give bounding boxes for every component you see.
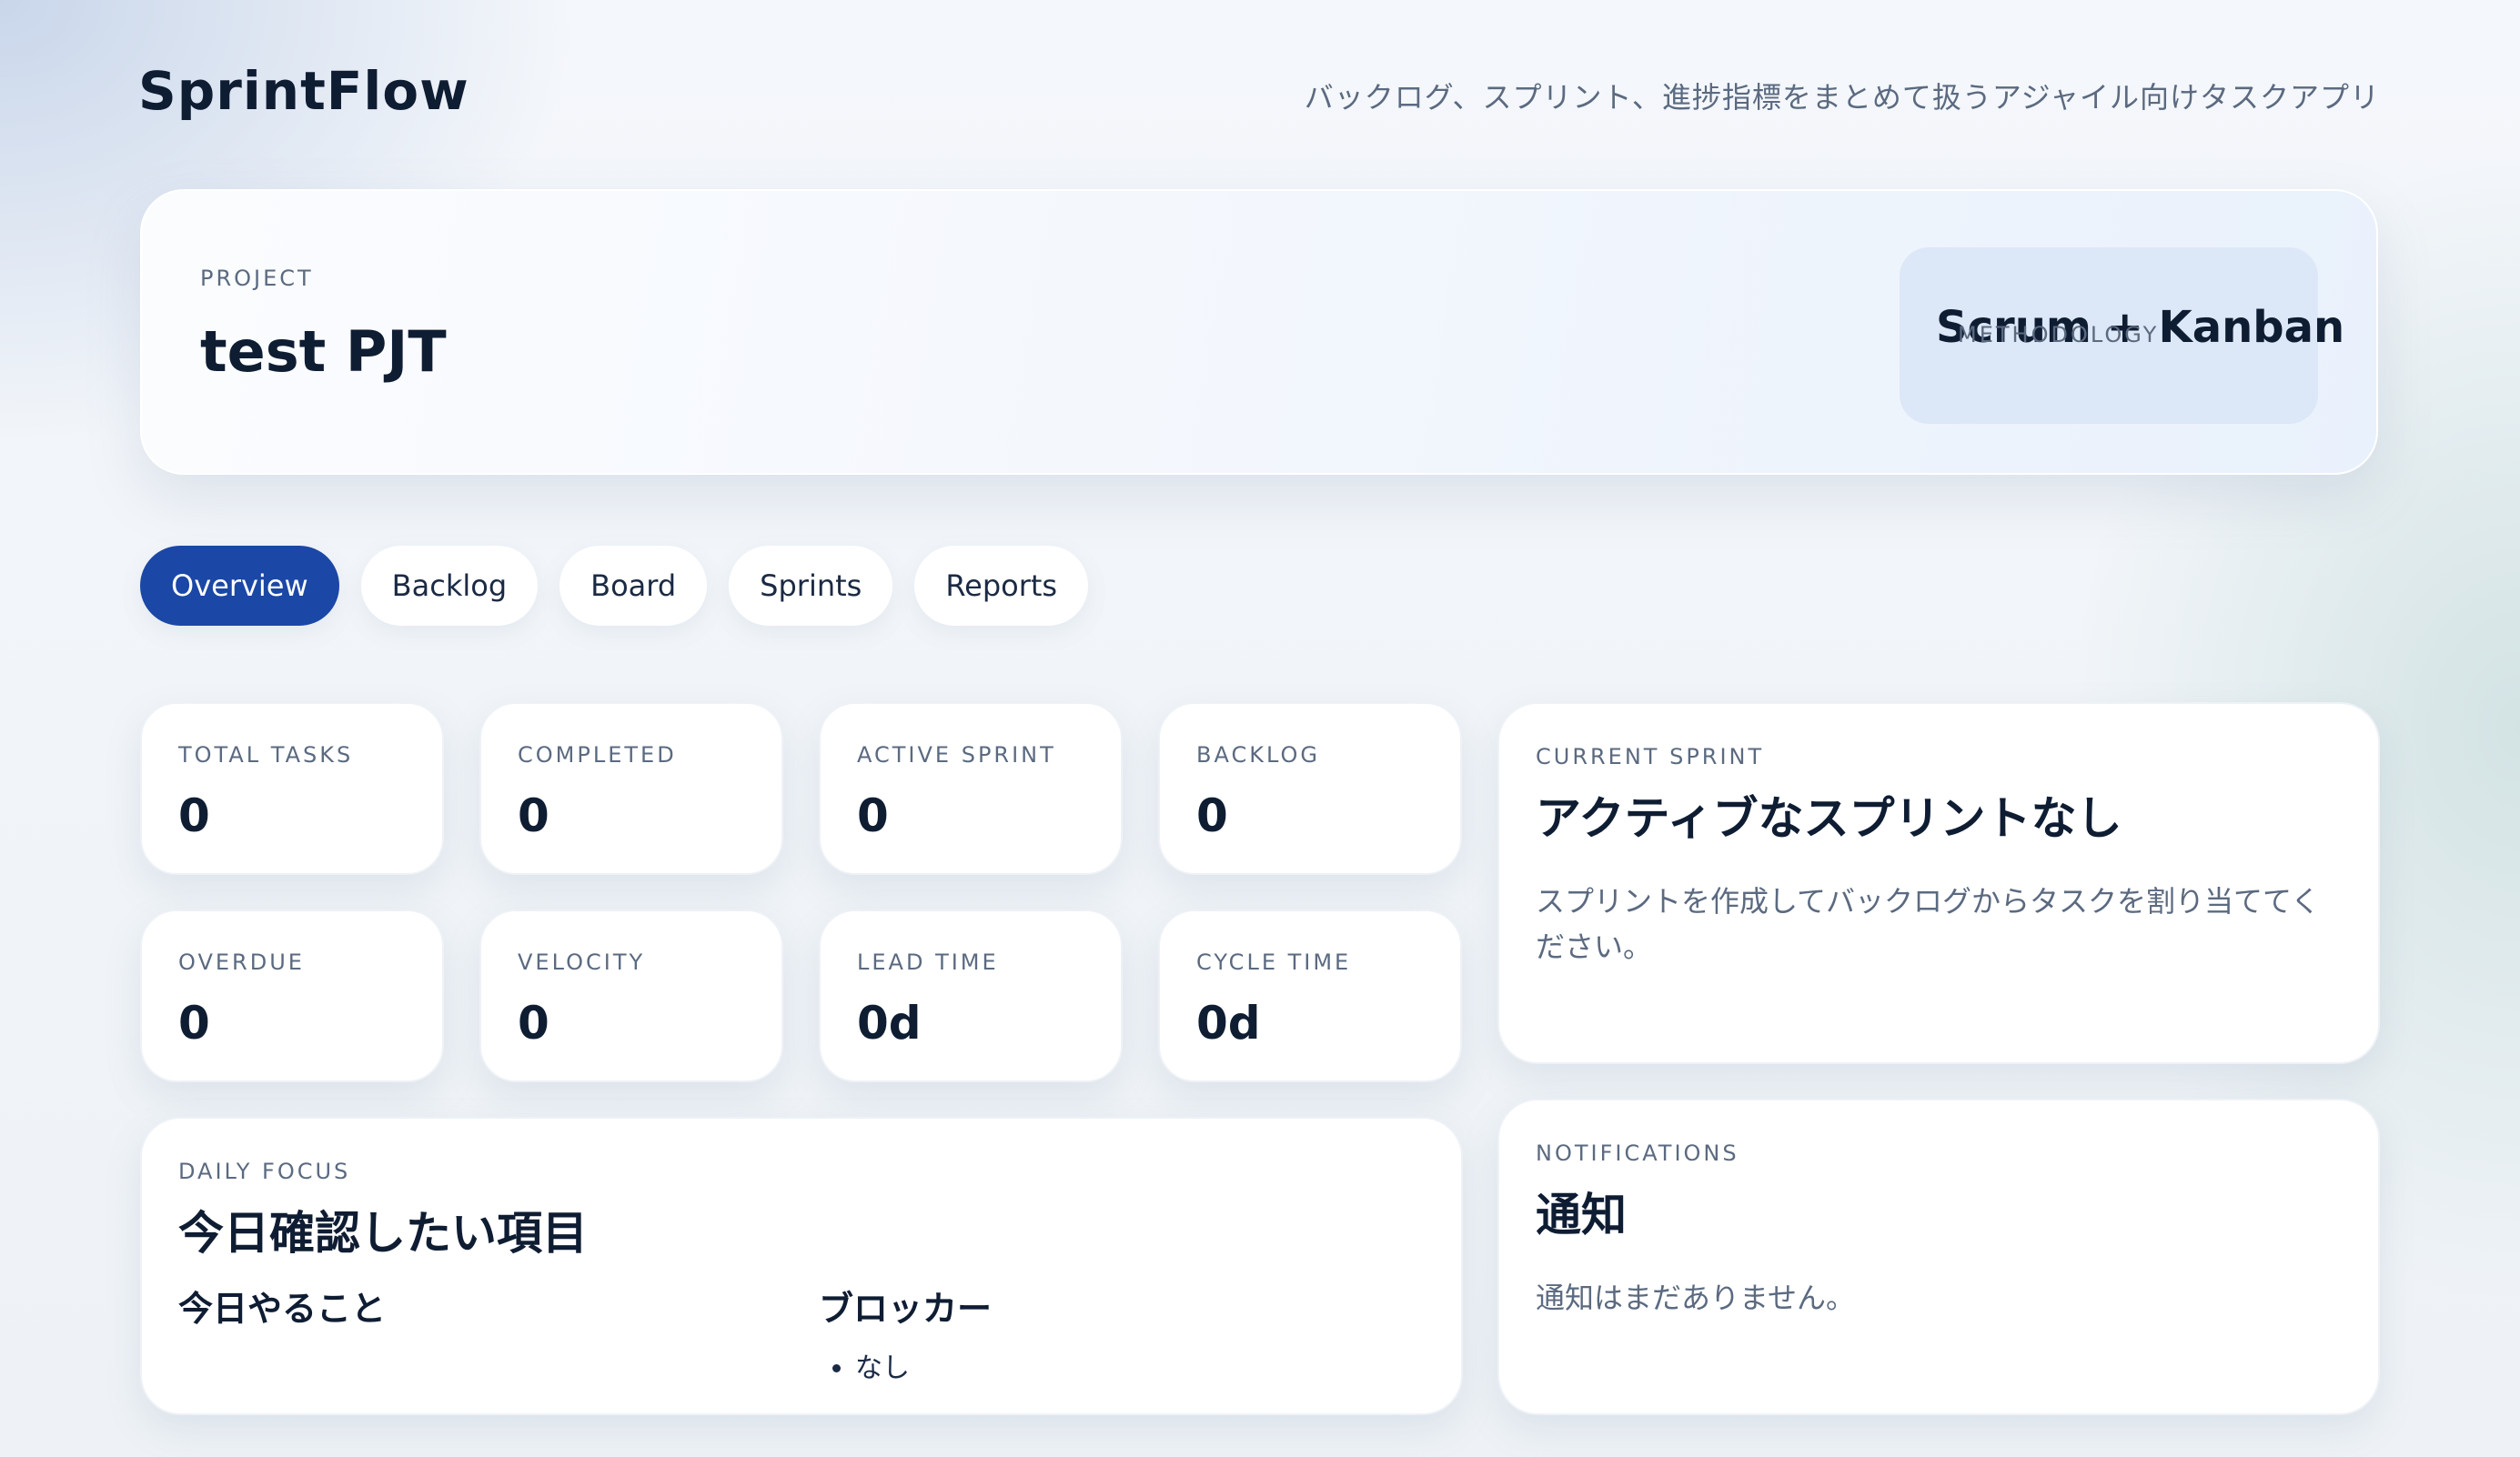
app-tagline: バックログ、スプリント、進捗指標をまとめて扱うアジャイル向けタスクアプリ	[1304, 80, 2380, 115]
stat-value: 0d	[857, 997, 922, 1050]
list-item: なし	[855, 1345, 992, 1385]
today-tasks-heading: 今日やること	[178, 1289, 387, 1329]
blockers-list: なし	[819, 1345, 992, 1385]
project-label: PROJECT	[200, 266, 314, 291]
tab-backlog[interactable]: Backlog	[360, 546, 539, 626]
methodology-label: METHODOLOGY	[1958, 322, 2160, 347]
current-sprint-description: スプリントを作成してバックログからタスクを割り当ててください。	[1536, 884, 2321, 964]
current-sprint-panel: CURRENT SPRINT アクティブなスプリントなし スプリントを作成してバ…	[1497, 702, 2380, 1064]
stat-value: 0	[518, 789, 549, 842]
methodology-box: METHODOLOGY Scrum + Kanban	[1900, 247, 2344, 424]
stat-card-total-tasks: TOTAL TASKS 0	[140, 702, 444, 875]
blockers-heading: ブロッカー	[819, 1289, 993, 1329]
tab-reports[interactable]: Reports	[914, 546, 1089, 626]
stat-card-velocity: VELOCITY 0	[479, 909, 783, 1082]
stat-value: 0	[857, 789, 889, 842]
stat-card-completed: COMPLETED 0	[479, 702, 783, 875]
stat-card-lead-time: LEAD TIME 0d	[819, 909, 1123, 1082]
project-name: test PJT	[200, 318, 447, 385]
app-logo[interactable]: SprintFlow	[138, 60, 469, 122]
stat-label: BACKLOG	[1196, 742, 1320, 768]
notifications-empty-text: 通知はまだありません。	[1536, 1281, 1856, 1315]
tab-bar: Overview Backlog Board Sprints Reports	[140, 546, 1089, 626]
current-sprint-label: CURRENT SPRINT	[1536, 744, 1765, 769]
stat-card-active-sprint: ACTIVE SPRINT 0	[819, 702, 1123, 875]
stat-value: 0d	[1196, 997, 1261, 1050]
stat-label: COMPLETED	[518, 742, 677, 768]
stat-label: CYCLE TIME	[1196, 950, 1352, 975]
notifications-title: 通知	[1536, 1189, 1627, 1241]
notifications-label: NOTIFICATIONS	[1536, 1140, 1739, 1166]
notifications-panel: NOTIFICATIONS 通知 通知はまだありません。	[1497, 1099, 2380, 1415]
project-card: PROJECT test PJT METHODOLOGY Scrum + Kan…	[140, 189, 2378, 475]
stat-card-overdue: OVERDUE 0	[140, 909, 444, 1082]
stat-value: 0	[178, 997, 210, 1050]
daily-focus-title: 今日確認したい項目	[178, 1207, 588, 1260]
daily-focus-panel: DAILY FOCUS 今日確認したい項目 今日やること ブロッカー なし	[140, 1117, 1463, 1415]
stat-value: 0	[518, 997, 549, 1050]
stat-value: 0	[178, 789, 210, 842]
stat-label: OVERDUE	[178, 950, 305, 975]
tab-sprints[interactable]: Sprints	[729, 546, 893, 626]
current-sprint-title: アクティブなスプリントなし	[1536, 792, 2122, 845]
stat-card-cycle-time: CYCLE TIME 0d	[1158, 909, 1462, 1082]
tab-board[interactable]: Board	[559, 546, 708, 626]
today-tasks-column: 今日やること	[178, 1281, 386, 1331]
stat-label: LEAD TIME	[857, 950, 999, 975]
daily-focus-label: DAILY FOCUS	[178, 1159, 351, 1184]
tab-overview[interactable]: Overview	[140, 546, 339, 626]
blockers-column: ブロッカー なし	[819, 1281, 992, 1385]
stat-label: VELOCITY	[518, 950, 646, 975]
stat-label: ACTIVE SPRINT	[857, 742, 1056, 768]
stat-card-backlog: BACKLOG 0	[1158, 702, 1462, 875]
stat-value: 0	[1196, 789, 1228, 842]
stat-label: TOTAL TASKS	[178, 742, 354, 768]
